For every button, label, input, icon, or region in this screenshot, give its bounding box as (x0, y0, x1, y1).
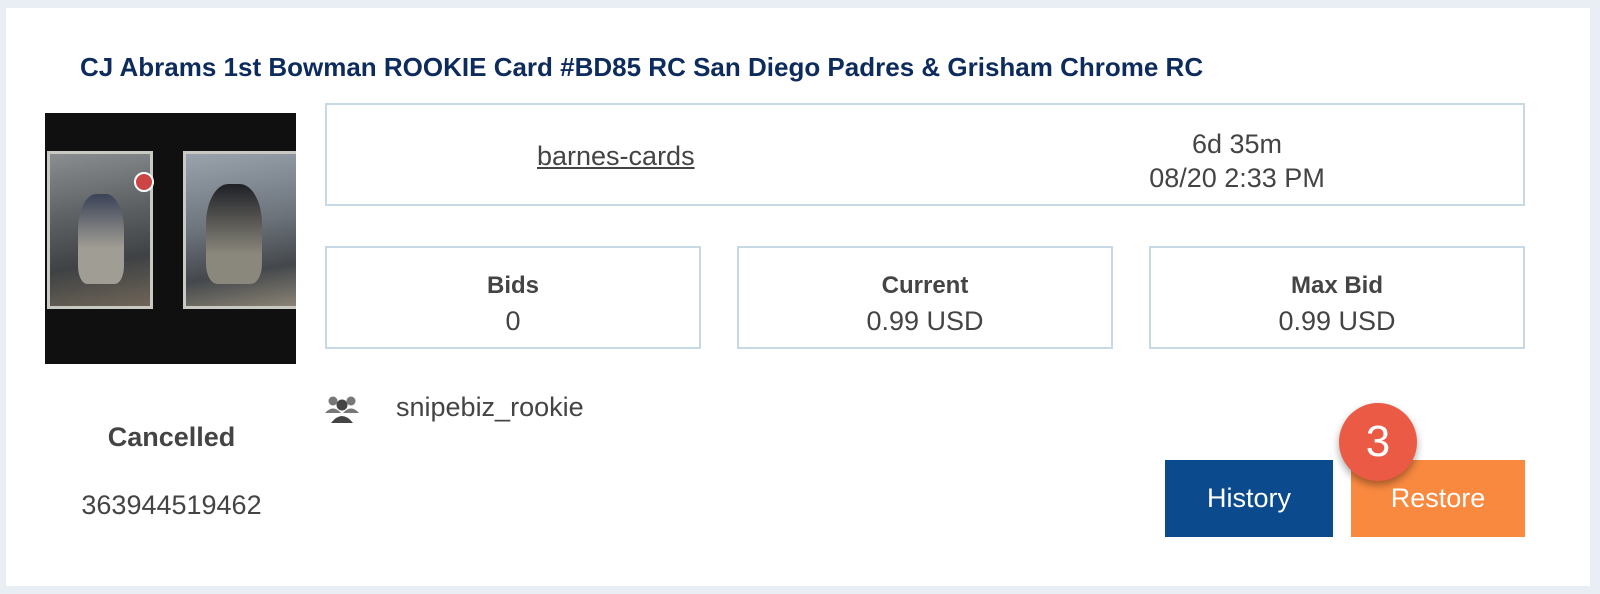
bids-label: Bids (486, 272, 539, 299)
current-price-box: Current 0.99 USD (737, 246, 1113, 349)
current-price-label: Current (881, 272, 969, 299)
time-left: 6d 35m (1191, 129, 1283, 159)
trading-card-image (47, 151, 154, 309)
trading-card-image (183, 151, 296, 309)
bids-box: Bids 0 (325, 246, 701, 349)
current-price-value: 0.99 USD (866, 306, 984, 336)
history-button[interactable]: History (1165, 460, 1333, 537)
step-badge: 3 (1339, 403, 1417, 481)
listing-thumbnail[interactable] (45, 113, 296, 364)
max-bid-value: 0.99 USD (1278, 306, 1396, 336)
max-bid-box: Max Bid 0.99 USD (1149, 246, 1525, 349)
time-block: 6d 35m 08/20 2:33 PM (1087, 127, 1387, 195)
status-label: Cancelled (107, 422, 236, 452)
snipe-user-name: snipebiz_rookie (396, 392, 584, 422)
max-bid-label: Max Bid (1290, 272, 1383, 299)
listing-title[interactable]: CJ Abrams 1st Bowman ROOKIE Card #BD85 R… (80, 52, 1203, 83)
group-icon (324, 393, 360, 423)
bids-value: 0 (505, 306, 521, 336)
seller-link[interactable]: barnes-cards (537, 141, 695, 172)
end-time: 08/20 2:33 PM (1149, 163, 1325, 193)
item-id: 363944519462 (81, 490, 262, 520)
seller-time-box: barnes-cards 6d 35m 08/20 2:33 PM (325, 103, 1525, 206)
